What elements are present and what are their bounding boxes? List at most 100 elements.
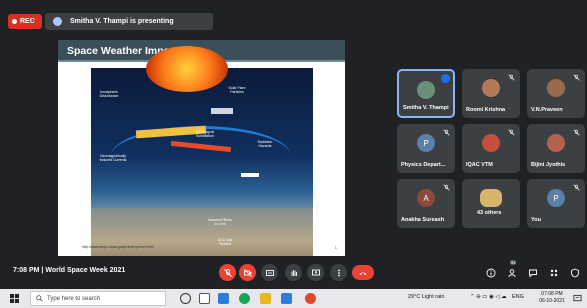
windows-taskbar: Type here to search 29°C Light rain ⌃ ⊖ … <box>0 289 587 308</box>
mic-off-icon <box>508 74 515 81</box>
mic-off-icon <box>443 184 450 191</box>
windows-start-icon[interactable] <box>10 294 19 303</box>
record-dot-icon <box>12 19 17 24</box>
illus-label: GPS Signal Scintillation <box>195 130 215 138</box>
illus-label: Induced Effects on Grid <box>207 218 233 226</box>
participant-tile[interactable]: A Anakha Sureash <box>397 179 455 228</box>
edge-icon[interactable] <box>239 293 250 304</box>
participant-name: Roomi Krishna <box>466 107 506 113</box>
mic-off-icon <box>573 184 580 191</box>
recording-label: REC <box>20 18 35 25</box>
meeting-info-button[interactable] <box>484 266 497 279</box>
more-options-button[interactable] <box>330 264 347 281</box>
more-icon <box>337 269 340 276</box>
captions-button[interactable] <box>261 264 278 281</box>
participant-tile[interactable]: Roomi Krishna <box>462 69 520 118</box>
illus-label: Radiation Hazards <box>257 140 273 148</box>
illus-label: Ionospheric Disturbance <box>99 90 119 98</box>
speaking-indicator-icon <box>441 74 450 83</box>
slide-source-url: http://www.swpc.noaa.gov/primer/primer.h… <box>82 245 154 249</box>
participant-name: Physics Depart... <box>401 162 446 168</box>
presenter-banner-text: Smitha V. Thampi is presenting <box>70 18 174 25</box>
activities-icon <box>550 269 557 276</box>
activities-button[interactable] <box>547 266 560 279</box>
participant-avatar: P <box>547 189 565 207</box>
others-avatar-group <box>480 189 502 207</box>
mic-off-icon <box>573 129 580 136</box>
airplane-graphic <box>241 173 259 177</box>
notifications-icon[interactable] <box>573 294 582 303</box>
camera-off-icon <box>243 268 252 277</box>
taskbar-search-box[interactable]: Type here to search <box>30 291 166 306</box>
chrome-icon[interactable] <box>305 293 316 304</box>
illus-label: Solar Flare Particles <box>228 86 246 94</box>
meeting-title: World Space Week 2021 <box>45 267 126 274</box>
cortana-icon[interactable] <box>180 293 191 304</box>
mic-off-icon <box>443 129 450 136</box>
participant-name: Bijini Jyothis <box>531 162 566 168</box>
participant-name: V.N.Praveen <box>531 107 563 113</box>
end-call-icon <box>359 272 367 275</box>
camera-toggle-button[interactable] <box>239 264 256 281</box>
raise-hand-icon <box>291 269 297 276</box>
sun-graphic <box>146 46 228 92</box>
tray-icons[interactable]: ⌃ ⊖ ▭ ◉ ◁ ☁ <box>470 294 507 300</box>
meeting-time: 7:08 PM <box>13 267 40 274</box>
people-count-badge: 53 <box>510 260 517 265</box>
meet-window: REC Smitha V. Thampi is presenting Space… <box>0 0 587 289</box>
search-icon <box>36 295 43 302</box>
participant-avatar <box>547 79 565 97</box>
people-button[interactable]: 53 <box>505 260 518 279</box>
participant-avatar <box>417 81 435 99</box>
taskbar-clock[interactable]: 07:08 PM 06-10-2021 <box>537 291 567 305</box>
raise-hand-button[interactable] <box>285 264 302 281</box>
file-explorer-icon[interactable] <box>260 293 271 304</box>
satellite-graphic <box>211 108 233 114</box>
clock-time: 07:08 PM <box>541 291 563 297</box>
illus-label: Oil & Gas Pipeline <box>217 238 233 246</box>
participant-tile[interactable]: IQAC VTM <box>462 124 520 173</box>
end-call-button[interactable] <box>352 265 374 280</box>
language-indicator[interactable]: ENG <box>512 294 524 300</box>
mic-toggle-button[interactable] <box>219 264 236 281</box>
info-icon <box>486 268 495 277</box>
participant-tile[interactable]: V.N.Praveen <box>527 69 585 118</box>
present-button[interactable] <box>307 264 324 281</box>
participant-tile[interactable]: P Physics Depart... <box>397 124 455 173</box>
participant-tile[interactable]: Bijini Jyothis <box>527 124 585 173</box>
shield-icon <box>570 268 579 277</box>
participant-tile[interactable]: Smitha V. Thampi <box>397 69 455 118</box>
others-tile[interactable]: 43 others <box>462 179 520 228</box>
meeting-separator: | <box>41 267 44 274</box>
participant-name: Anakha Sureash <box>401 217 445 223</box>
mic-off-icon <box>223 268 232 277</box>
participant-avatar <box>547 134 565 152</box>
participant-avatar <box>482 79 500 97</box>
participant-avatar: P <box>417 134 435 152</box>
clock-date: 06-10-2021 <box>539 298 565 304</box>
slide-page-number: 1 <box>334 245 337 250</box>
captions-icon <box>265 269 274 276</box>
participant-name: IQAC VTM <box>466 162 493 168</box>
illus-label: Geomagnetically Induced Currents <box>99 154 127 162</box>
recording-badge: REC <box>8 14 42 29</box>
mic-off-icon <box>508 129 515 136</box>
meeting-details: 7:08 PM | World Space Week 2021 <box>13 267 125 274</box>
host-controls-button[interactable] <box>568 266 581 279</box>
presenter-avatar <box>53 17 62 26</box>
participant-name: Smitha V. Thampi <box>403 105 449 111</box>
participant-avatar <box>482 134 500 152</box>
self-tile[interactable]: P You <box>527 179 585 228</box>
task-view-icon[interactable] <box>199 293 210 304</box>
space-weather-illustration: Ionospheric Disturbance Solar Flare Part… <box>91 46 313 256</box>
chat-button[interactable] <box>526 266 539 279</box>
present-icon <box>311 269 320 275</box>
people-icon <box>507 268 516 277</box>
store-icon[interactable] <box>281 293 292 304</box>
weather-widget[interactable]: 29°C Light rain <box>408 294 444 300</box>
others-count: 43 others <box>477 210 502 216</box>
chat-icon <box>528 269 537 278</box>
explorer-icon[interactable] <box>218 293 229 304</box>
participant-avatar: A <box>417 189 435 207</box>
presenter-banner[interactable]: Smitha V. Thampi is presenting <box>45 13 213 30</box>
